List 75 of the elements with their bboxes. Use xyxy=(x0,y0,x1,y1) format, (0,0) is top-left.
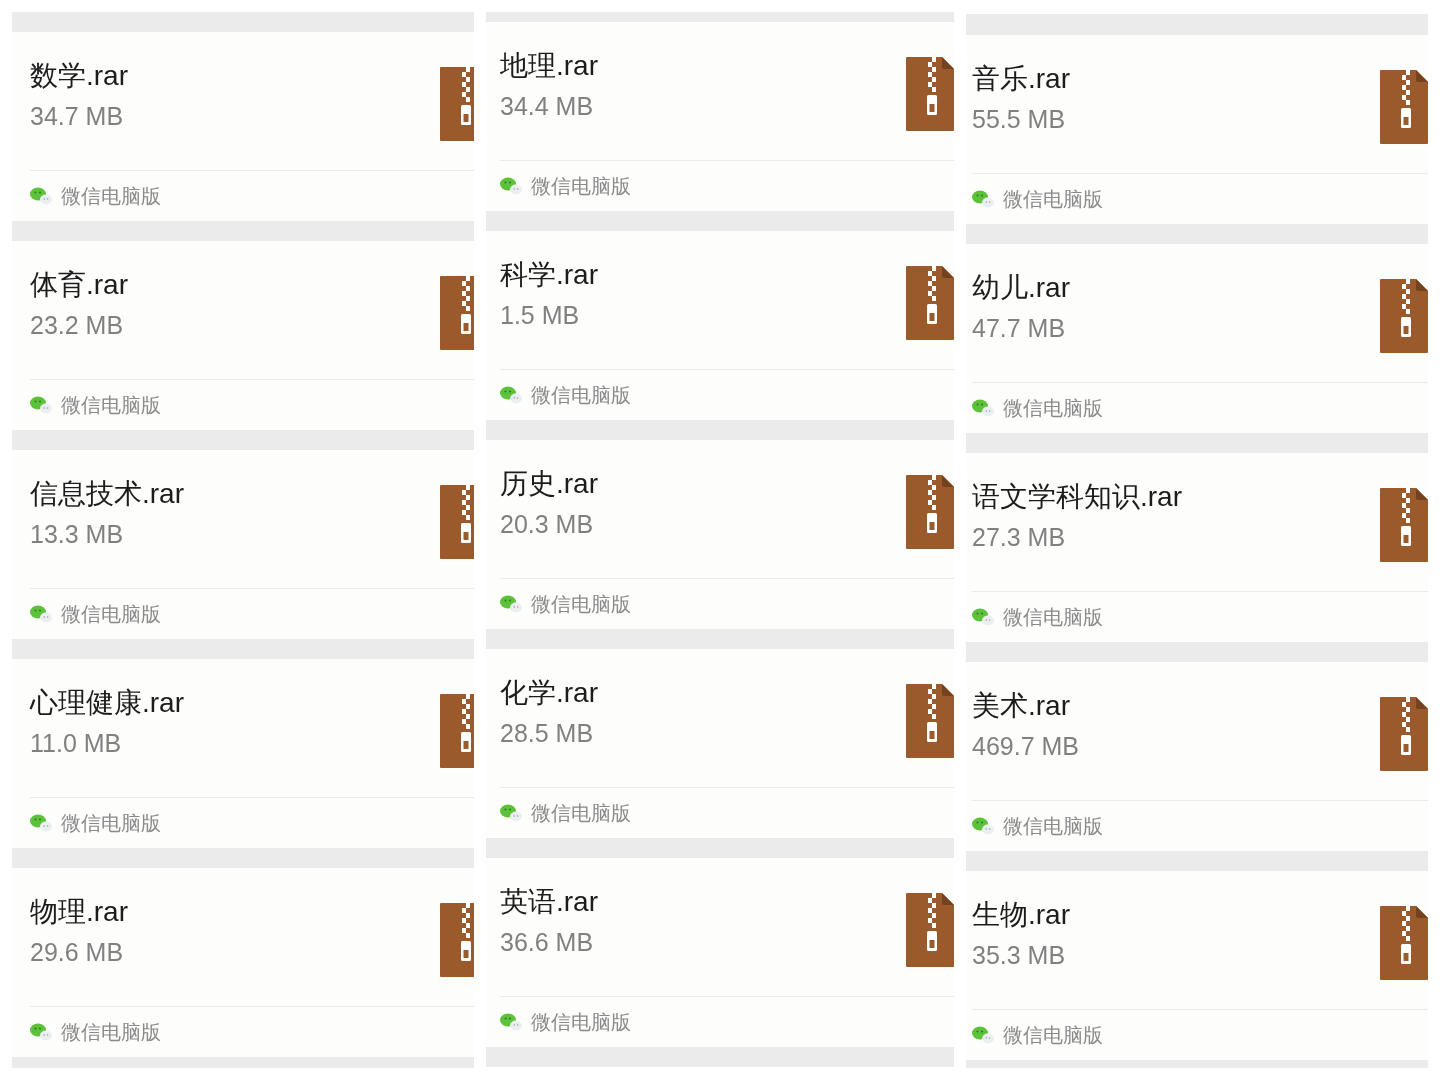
file-name: 数学.rar xyxy=(30,59,128,93)
zip-file-icon xyxy=(440,694,474,768)
source-label: 微信电脑版 xyxy=(61,393,161,418)
zip-file-icon xyxy=(1380,70,1428,144)
chat-bubbles-icon xyxy=(972,608,994,626)
source-label: 微信电脑版 xyxy=(61,602,161,627)
chat-bubbles-icon xyxy=(30,814,52,832)
zip-file-icon xyxy=(906,684,954,758)
file-name: 地理.rar xyxy=(500,49,598,83)
file-name: 生物.rar xyxy=(972,898,1070,932)
source-label: 微信电脑版 xyxy=(531,383,631,408)
zip-file-icon xyxy=(906,57,954,131)
file-size: 1.5 MB xyxy=(500,300,581,331)
file-name: 体育.rar xyxy=(30,268,128,302)
file-name: 英语.rar xyxy=(500,885,598,919)
zip-file-icon xyxy=(440,485,474,559)
file-name: 科学.rar xyxy=(500,258,598,292)
source-label: 微信电脑版 xyxy=(61,1020,161,1045)
source-label: 微信电脑版 xyxy=(1003,187,1103,212)
chat-bubbles-icon xyxy=(500,1013,522,1031)
source-label: 微信电脑版 xyxy=(61,811,161,836)
zip-file-icon xyxy=(906,893,954,967)
file-name: 美术.rar xyxy=(972,689,1071,723)
chat-bubbles-icon xyxy=(30,605,52,623)
source-label: 微信电脑版 xyxy=(531,174,631,199)
source-label: 微信电脑版 xyxy=(531,801,631,826)
file-size: 35.3 MB xyxy=(972,940,1067,971)
file-size: 23.2 MB xyxy=(30,310,125,341)
zip-file-icon xyxy=(440,276,474,350)
file-size: 34.7 MB xyxy=(30,101,125,132)
file-size: 29.6 MB xyxy=(30,937,125,968)
chat-bubbles-icon xyxy=(972,190,994,208)
file-size: 28.5 MB xyxy=(500,718,595,749)
source-label: 微信电脑版 xyxy=(61,184,161,209)
file-name: 音乐.rar xyxy=(972,62,1070,96)
zip-file-icon xyxy=(1380,906,1428,980)
zip-file-icon xyxy=(906,266,954,340)
file-size: 13.3 MB xyxy=(30,519,125,550)
file-size: 34.4 MB xyxy=(500,91,595,122)
file-name: 物理.rar xyxy=(30,895,128,929)
file-size: 27.3 MB xyxy=(972,522,1067,553)
zip-file-icon xyxy=(906,475,954,549)
chat-bubbles-icon xyxy=(500,177,522,195)
file-name: 语文学科知识.rar xyxy=(972,480,1182,514)
chat-bubbles-icon xyxy=(30,187,52,205)
source-label: 微信电脑版 xyxy=(1003,605,1103,630)
chat-bubbles-icon xyxy=(30,1023,52,1041)
chat-bubbles-icon xyxy=(500,804,522,822)
source-label: 微信电脑版 xyxy=(531,592,631,617)
file-name: 幼儿.rar xyxy=(972,271,1070,305)
chat-bubbles-icon xyxy=(500,595,522,613)
source-label: 微信电脑版 xyxy=(531,1010,631,1035)
file-size: 55.5 MB xyxy=(972,104,1067,135)
chat-bubbles-icon xyxy=(500,386,522,404)
file-name: 心理健康.rar xyxy=(30,686,184,720)
chat-bubbles-icon xyxy=(972,399,994,417)
source-label: 微信电脑版 xyxy=(1003,1023,1103,1048)
zip-file-icon xyxy=(440,903,474,977)
zip-file-icon xyxy=(440,67,474,141)
source-label: 微信电脑版 xyxy=(1003,396,1103,421)
zip-file-icon xyxy=(1380,488,1428,562)
chat-bubbles-icon xyxy=(972,1026,994,1044)
file-size: 11.0 MB xyxy=(30,728,123,759)
file-size: 469.7 MB xyxy=(972,731,1079,762)
file-size: 20.3 MB xyxy=(500,509,595,540)
chat-bubbles-icon xyxy=(972,817,994,835)
source-label: 微信电脑版 xyxy=(1003,814,1103,839)
chat-bubbles-icon xyxy=(30,396,52,414)
file-name: 化学.rar xyxy=(500,676,598,710)
zip-file-icon xyxy=(1380,697,1428,771)
zip-file-icon xyxy=(1380,279,1428,353)
file-size: 36.6 MB xyxy=(500,927,595,958)
file-name: 信息技术.rar xyxy=(30,477,184,511)
file-name: 历史.rar xyxy=(500,467,598,501)
file-size: 47.7 MB xyxy=(972,313,1067,344)
